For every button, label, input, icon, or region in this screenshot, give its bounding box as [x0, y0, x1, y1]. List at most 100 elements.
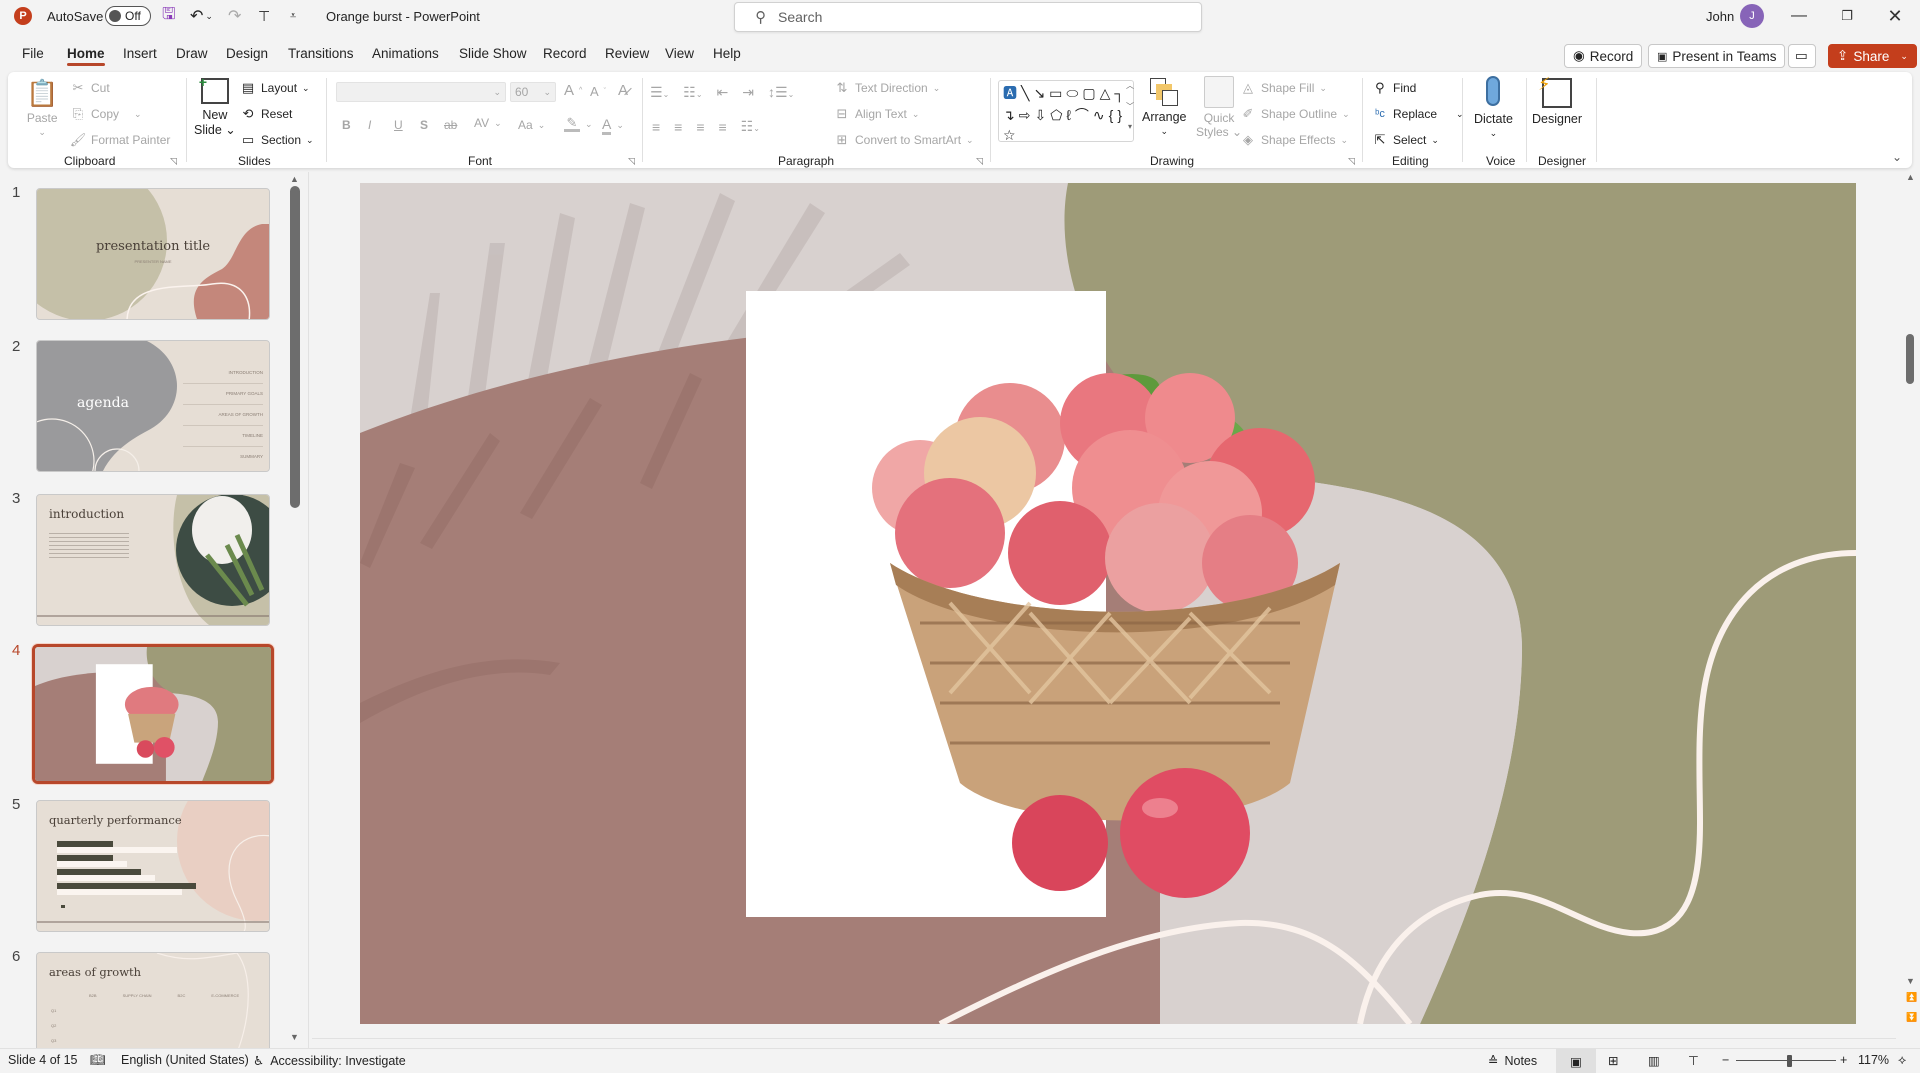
share-button[interactable]: ⇪ Share ⌄	[1828, 44, 1917, 68]
avatar[interactable]: J	[1740, 0, 1764, 32]
present-in-teams-button[interactable]: ▣ Present in Teams	[1648, 44, 1786, 68]
layout-button[interactable]: ▤ Layout ⌄	[240, 80, 310, 96]
customize-toolbar-icon[interactable]: ⩡	[290, 0, 296, 32]
spellcheck-icon[interactable]: 📖︎	[90, 1053, 106, 1068]
scroll-up-icon[interactable]: ▲	[1906, 172, 1915, 182]
scroll-up-icon[interactable]: ▲	[290, 174, 299, 184]
shape-effects-button[interactable]: ◈ Shape Effects ⌄	[1240, 132, 1348, 148]
oval-shape-icon[interactable]: ⬭	[1066, 85, 1078, 102]
apple-basket-image[interactable]	[830, 363, 1410, 923]
replace-button[interactable]: ᵇc Replace ⌄	[1372, 106, 1463, 122]
search-box[interactable]: ⚲ Search	[734, 2, 1202, 32]
user-name[interactable]: John	[1706, 0, 1734, 32]
font-name-select[interactable]: ⌄	[336, 82, 506, 102]
character-spacing-button[interactable]: AV ⌄	[474, 116, 502, 130]
increase-indent-icon[interactable]: ⇥	[742, 84, 754, 101]
copy-button[interactable]: ⎘ Copy ⌄	[70, 106, 142, 122]
columns-icon[interactable]: ☷⌄	[741, 118, 760, 135]
accessibility-status[interactable]: ♿︎ Accessibility: Investigate	[253, 1053, 406, 1069]
down-arrow-shape-icon[interactable]: ⇩	[1034, 107, 1046, 124]
star-shape-icon[interactable]: ☆	[1003, 127, 1016, 144]
right-brace-icon[interactable]: }	[1117, 107, 1122, 123]
slide-thumbnail-6[interactable]: areas of growth B2B SUPPLY CHAIN B2C E-C…	[36, 952, 270, 1048]
dialog-launcher-icon[interactable]: ◹	[170, 156, 177, 167]
strikethrough-button[interactable]: ab	[444, 118, 457, 132]
find-button[interactable]: ⚲ Find	[1372, 80, 1416, 96]
dialog-launcher-icon[interactable]: ◹	[628, 156, 635, 167]
arrange-button[interactable]: Arrange ⌄	[1142, 76, 1186, 137]
fit-to-window-icon[interactable]: ⟡	[1898, 1053, 1906, 1068]
align-center-icon[interactable]: ≡	[674, 119, 682, 135]
scroll-down-icon[interactable]: ▼	[1906, 976, 1915, 986]
shape-outline-button[interactable]: ✐ Shape Outline ⌄	[1240, 106, 1350, 122]
tab-home[interactable]: Home	[67, 46, 105, 66]
slide-sorter-button[interactable]: ⊞	[1608, 1053, 1618, 1068]
change-case-button[interactable]: Aa ⌄	[518, 118, 545, 132]
slide-canvas[interactable]	[360, 183, 1856, 1024]
dialog-launcher-icon[interactable]: ◹	[976, 156, 983, 167]
clear-formatting-icon[interactable]: A̷	[618, 82, 628, 99]
arc-shape-icon[interactable]: ⌒	[1075, 105, 1089, 125]
increase-font-icon[interactable]: A ^	[564, 82, 582, 99]
language-indicator[interactable]: English (United States)	[121, 1053, 249, 1067]
minimize-icon[interactable]: —	[1776, 0, 1822, 32]
close-icon[interactable]: ✕	[1872, 0, 1918, 32]
slide-thumbnail-2[interactable]: agenda INTRODUCTION PRIMARY GOALS AREAS …	[36, 340, 270, 472]
format-painter-button[interactable]: 🖌 Format Painter	[70, 132, 171, 148]
slide-thumbnail-3[interactable]: introduction	[36, 494, 270, 626]
chevron-up-icon[interactable]: ︿	[1126, 80, 1134, 91]
tab-file[interactable]: File	[22, 46, 44, 61]
present-from-start-icon[interactable]: ⊤	[258, 0, 270, 32]
redo-icon[interactable]: ↷	[228, 0, 241, 32]
next-slide-icon[interactable]: ⏬	[1906, 1012, 1917, 1023]
designer-button[interactable]: ⚡ Designer	[1532, 74, 1582, 126]
align-text-button[interactable]: ⊟ Align Text ⌄	[834, 106, 920, 122]
autosave-toggle[interactable]: Off	[105, 0, 151, 32]
shape-fill-button[interactable]: ◬ Shape Fill ⌄	[1240, 80, 1327, 96]
undo-icon[interactable]: ↶ ⌄	[190, 0, 213, 32]
decrease-indent-icon[interactable]: ⇤	[717, 84, 729, 101]
scroll-down-icon[interactable]: ▼	[290, 1032, 299, 1042]
scribble-shape-icon[interactable]: ℓ	[1066, 107, 1071, 123]
tab-view[interactable]: View	[665, 46, 694, 61]
elbow-arrow-icon[interactable]: ↴	[1003, 107, 1015, 124]
zoom-percent[interactable]: 117%	[1858, 1053, 1889, 1067]
slide-scrollbar-thumb[interactable]	[1906, 334, 1914, 384]
previous-slide-icon[interactable]: ⏫	[1906, 992, 1917, 1003]
rounded-rect-shape-icon[interactable]: ▢	[1082, 85, 1095, 102]
left-brace-icon[interactable]: {	[1109, 107, 1114, 123]
tab-animations[interactable]: Animations	[372, 46, 439, 61]
slide-show-button[interactable]: ⊤	[1688, 1053, 1699, 1068]
align-right-icon[interactable]: ≡	[696, 119, 704, 135]
thumbnail-scrollbar-thumb[interactable]	[290, 186, 300, 508]
textbox-shape-icon[interactable]: 🅰	[1003, 83, 1017, 103]
record-button[interactable]: ◉ Record	[1564, 44, 1643, 68]
tab-record[interactable]: Record	[543, 46, 587, 61]
tab-draw[interactable]: Draw	[176, 46, 208, 61]
curve-shape-icon[interactable]: ∿	[1093, 107, 1105, 124]
slide-thumbnail-5[interactable]: quarterly performance	[36, 800, 270, 932]
bullets-icon[interactable]: ☰⌄	[650, 84, 669, 101]
italic-button[interactable]: I	[368, 118, 371, 132]
tab-insert[interactable]: Insert	[123, 46, 157, 61]
section-button[interactable]: ▭ Section ⌄	[240, 132, 314, 148]
dialog-launcher-icon[interactable]: ◹	[1348, 156, 1355, 167]
slide-thumbnail-1[interactable]: presentation title PRESENTER NAME	[36, 188, 270, 320]
line-spacing-icon[interactable]: ↕☰⌄	[768, 84, 794, 101]
align-left-icon[interactable]: ≡	[652, 119, 660, 135]
tab-transitions[interactable]: Transitions	[288, 46, 354, 61]
convert-smartart-button[interactable]: ⊞ Convert to SmartArt ⌄	[834, 132, 974, 148]
restore-icon[interactable]: ❐	[1824, 0, 1870, 32]
tab-review[interactable]: Review	[605, 46, 649, 61]
chevron-down-icon[interactable]: ﹀	[1126, 101, 1134, 112]
collapse-ribbon-icon[interactable]: ⌄	[1892, 150, 1902, 164]
new-slide-button[interactable]: + New Slide ⌄	[194, 74, 236, 137]
line-shape-icon[interactable]: ╲	[1021, 85, 1029, 102]
quick-styles-button[interactable]: Quick Styles ⌄	[1196, 76, 1242, 139]
reset-button[interactable]: ⟲ Reset	[240, 106, 293, 122]
freeform-shape-icon[interactable]: ⬠	[1050, 107, 1062, 124]
justify-icon[interactable]: ≡	[719, 119, 727, 135]
text-direction-button[interactable]: ⇅ Text Direction ⌄	[834, 80, 941, 96]
rectangle-shape-icon[interactable]: ▭	[1049, 85, 1062, 102]
cut-button[interactable]: ✂ Cut	[70, 80, 110, 96]
